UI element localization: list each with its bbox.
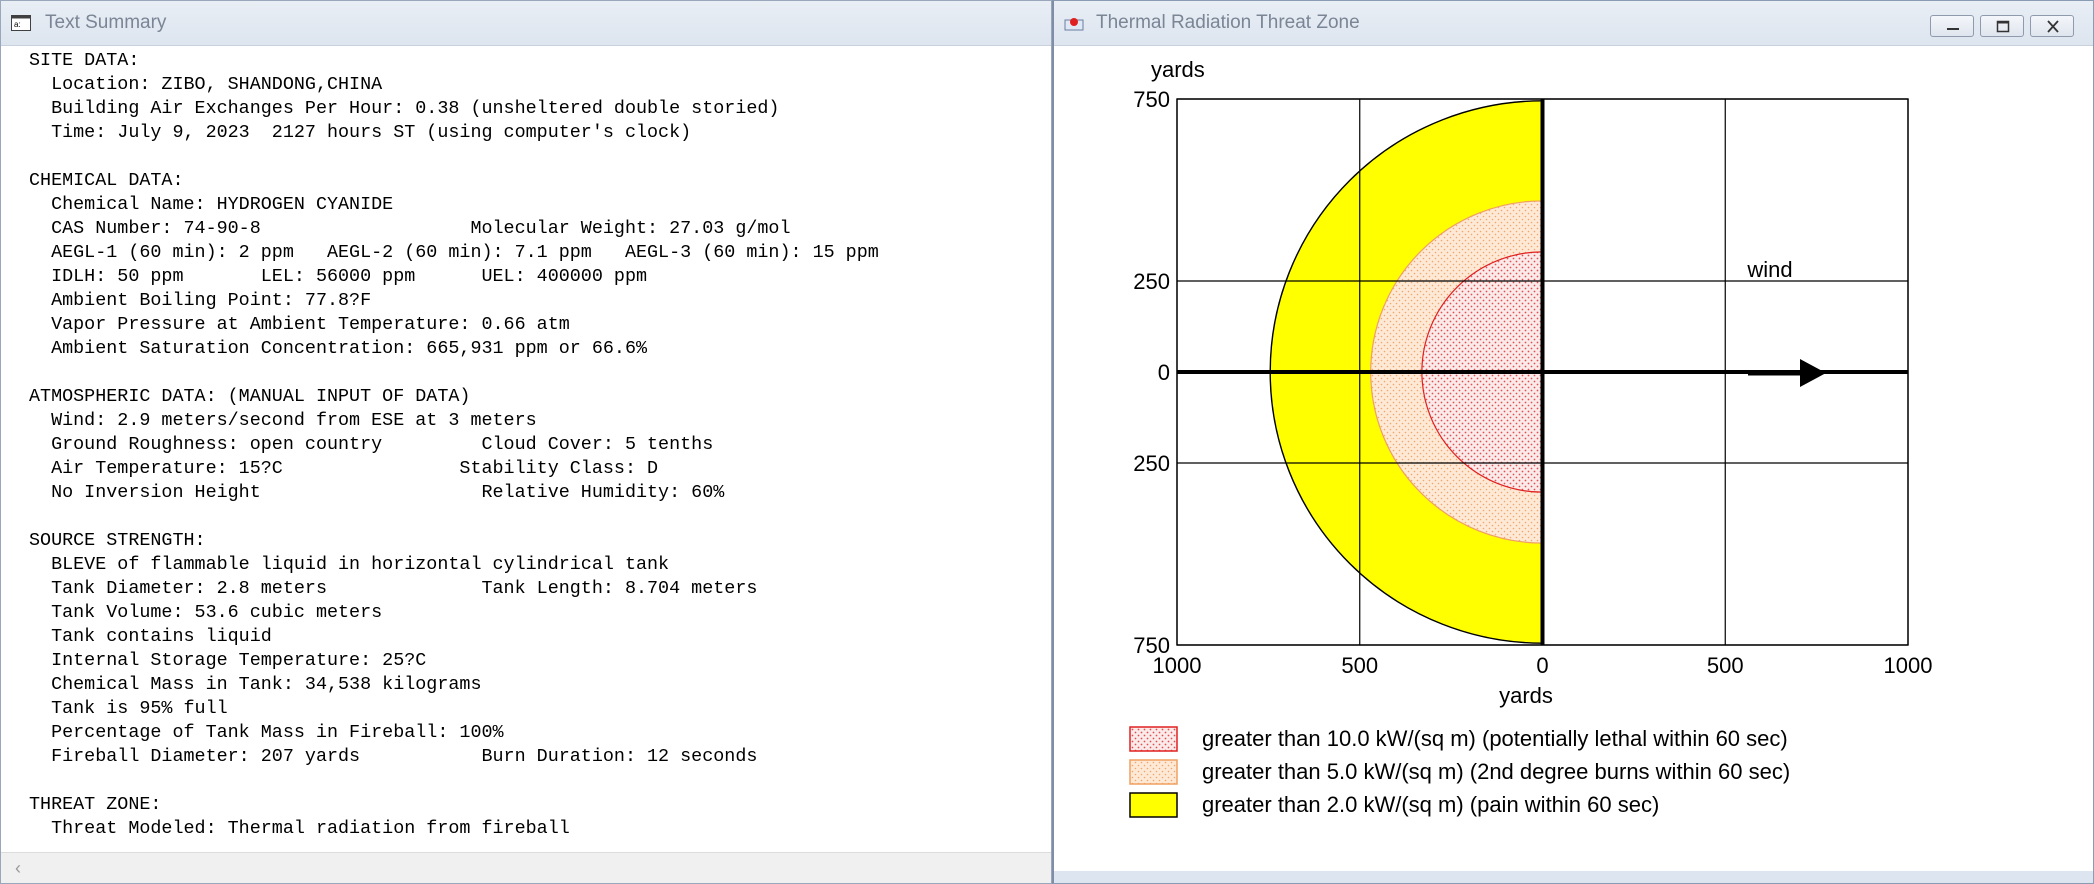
- wind-label: wind: [1746, 257, 1792, 282]
- summary-line: Percentage of Tank Mass in Fireball: 100…: [29, 722, 504, 743]
- summary-line: SITE DATA:: [29, 50, 140, 71]
- x-tick-label: 500: [1707, 653, 1744, 678]
- summary-line: Ambient Saturation Concentration: 665,93…: [29, 338, 648, 359]
- legend-swatch: [1129, 726, 1178, 752]
- legend-item: greater than 5.0 kW/(sq m) (2nd degree b…: [1129, 759, 1790, 785]
- y-tick-label: 750: [1133, 87, 1170, 112]
- minimize-button[interactable]: [1930, 15, 1974, 37]
- scroll-left-icon[interactable]: ‹: [15, 858, 21, 879]
- summary-line: Threat Modeled: Thermal radiation from f…: [29, 818, 570, 839]
- summary-line: No Inversion Height Relative Humidity: 6…: [29, 482, 725, 503]
- summary-text: SITE DATA: Location: ZIBO, SHANDONG,CHIN…: [1, 47, 1051, 841]
- summary-line: Time: July 9, 2023 2127 hours ST (using …: [29, 122, 692, 143]
- x-axis-unit-label: yards: [1499, 683, 1553, 708]
- summary-line: AEGL-1 (60 min): 2 ppm AEGL-2 (60 min): …: [29, 242, 879, 263]
- terminal-icon: a:: [11, 15, 31, 31]
- summary-line: BLEVE of flammable liquid in horizontal …: [29, 554, 670, 575]
- summary-line: Air Temperature: 15?C Stability Class: D: [29, 458, 659, 479]
- svg-text:a:: a:: [14, 20, 21, 29]
- legend-label: greater than 2.0 kW/(sq m) (pain within …: [1202, 792, 1659, 817]
- summary-line: Location: ZIBO, SHANDONG,CHINA: [29, 74, 383, 95]
- summary-line: Tank Diameter: 2.8 meters Tank Length: 8…: [29, 578, 758, 599]
- summary-line: Internal Storage Temperature: 25?C: [29, 650, 427, 671]
- threat-zone-plot-area: 750 250 0 250 750 1000 500 0 500 1000 yards yards…: [1062, 47, 2086, 871]
- text-summary-window[interactable]: a: Text Summary SITE DATA: Location: ZIB…: [0, 0, 1052, 884]
- summary-line: CAS Number: 74-90-8 Molecular Weight: 27…: [29, 218, 791, 239]
- summary-line: Wind: 2.9 meters/second from ESE at 3 me…: [29, 410, 537, 431]
- summary-line: SOURCE STRENGTH:: [29, 530, 206, 551]
- threat-zone-chart: 75025002507501000 500 0 500 1000 yards yards…: [1129, 57, 1933, 818]
- summary-line: Tank is 95% full: [29, 698, 228, 719]
- summary-line: Chemical Mass in Tank: 34,538 kilograms: [29, 674, 482, 695]
- window-bottom-edge: [1054, 871, 2093, 883]
- legend-label: greater than 10.0 kW/(sq m) (potentially…: [1202, 726, 1788, 751]
- y-axis-unit-label: yards: [1151, 57, 1205, 82]
- threat-zone-titlebar[interactable]: Thermal Radiation Threat Zone: [1054, 1, 2093, 46]
- close-button[interactable]: [2030, 15, 2074, 37]
- threat-zone-window[interactable]: Thermal Radiation Threat Zone 750 250 0 …: [1052, 0, 2094, 884]
- summary-line: Ambient Boiling Point: 77.8?F: [29, 290, 372, 311]
- summary-line: Tank Volume: 53.6 cubic meters: [29, 602, 383, 623]
- legend-swatch: [1129, 759, 1178, 785]
- y-tick-label: 250: [1133, 269, 1170, 294]
- x-tick-label: 500: [1341, 653, 1378, 678]
- summary-line: Chemical Name: HYDROGEN CYANIDE: [29, 194, 394, 215]
- summary-text-area[interactable]: SITE DATA: Location: ZIBO, SHANDONG,CHIN…: [1, 47, 1051, 847]
- text-summary-titlebar[interactable]: a: Text Summary: [1, 1, 1051, 46]
- summary-line: CHEMICAL DATA:: [29, 170, 184, 191]
- legend-item: greater than 10.0 kW/(sq m) (potentially…: [1129, 726, 1788, 752]
- y-tick-label: 0: [1158, 360, 1170, 385]
- legend-swatch: [1129, 792, 1178, 818]
- close-icon: [2047, 20, 2059, 33]
- summary-line: Tank contains liquid: [29, 626, 272, 647]
- summary-line: Ground Roughness: open country Cloud Cov…: [29, 434, 714, 455]
- y-tick-label: 250: [1133, 451, 1170, 476]
- x-tick-label: 0: [1536, 653, 1548, 678]
- summary-line: Vapor Pressure at Ambient Temperature: 0…: [29, 314, 570, 335]
- window-title: Text Summary: [45, 12, 167, 33]
- maximize-icon: [1996, 20, 2010, 33]
- maximize-button[interactable]: [1980, 15, 2024, 37]
- summary-line: IDLH: 50 ppm LEL: 56000 ppm UEL: 400000 …: [29, 266, 648, 287]
- minimize-icon: [1947, 28, 1959, 30]
- summary-line: Building Air Exchanges Per Hour: 0.38 (u…: [29, 98, 780, 119]
- window-title: Thermal Radiation Threat Zone: [1096, 12, 1360, 33]
- legend-item: greater than 2.0 kW/(sq m) (pain within …: [1129, 792, 1659, 818]
- horizontal-scrollbar[interactable]: ‹: [1, 852, 1051, 883]
- x-tick-label: 1000: [1884, 653, 1933, 678]
- threat-zone-app-icon: [1064, 18, 1084, 31]
- summary-line: Fireball Diameter: 207 yards Burn Durati…: [29, 746, 758, 767]
- legend-label: greater than 5.0 kW/(sq m) (2nd degree b…: [1202, 759, 1790, 784]
- summary-line: THREAT ZONE:: [29, 794, 162, 815]
- summary-line: ATMOSPHERIC DATA: (MANUAL INPUT OF DATA): [29, 386, 471, 407]
- x-tick-label: 1000: [1153, 653, 1202, 678]
